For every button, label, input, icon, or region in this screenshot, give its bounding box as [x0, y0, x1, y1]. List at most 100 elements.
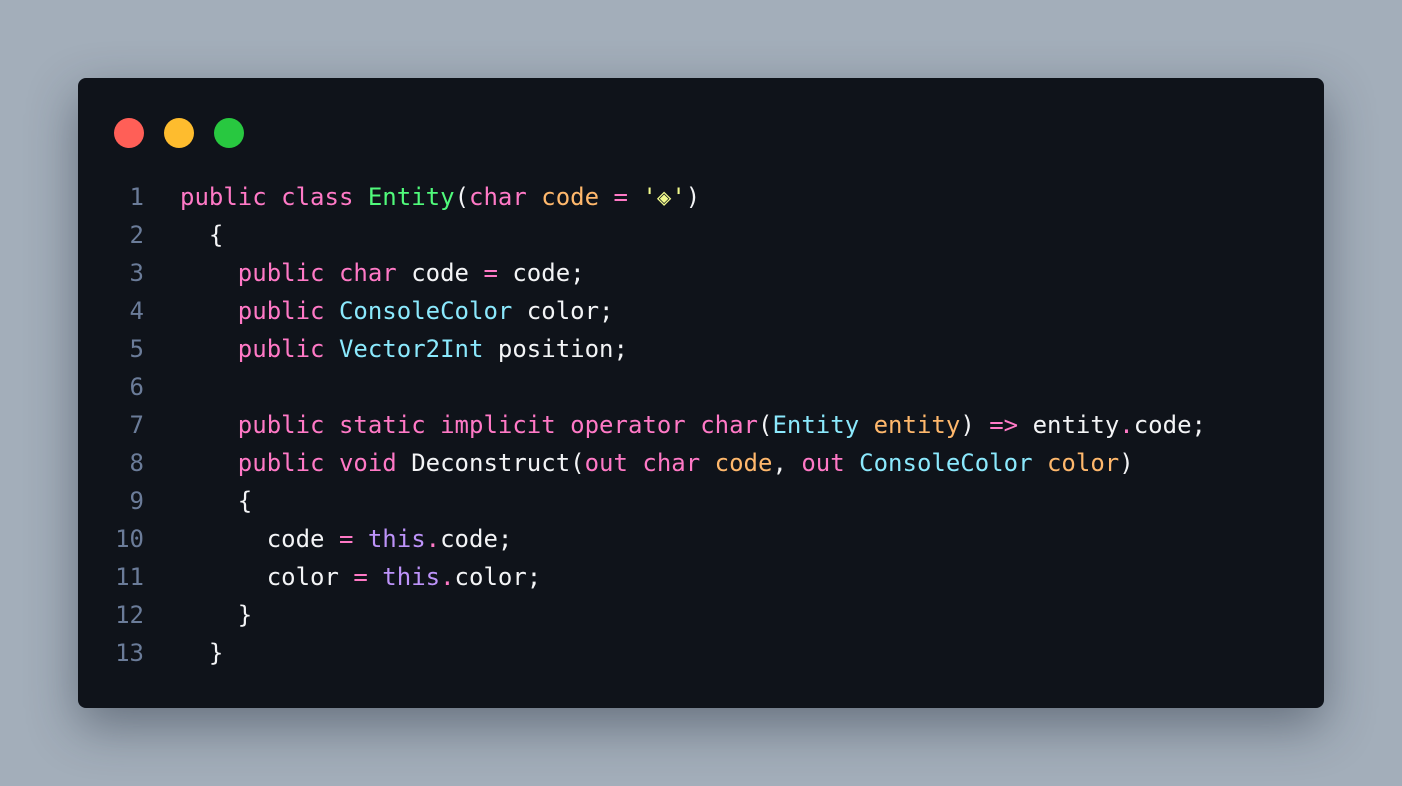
line-number: 13	[115, 639, 144, 667]
code-token: color;	[454, 563, 542, 591]
code-line: 13 }	[78, 634, 1324, 672]
line-source: public ConsoleColor color;	[180, 292, 614, 330]
line-number: 5	[129, 335, 144, 363]
code-token: )	[1119, 449, 1134, 477]
line-number: 4	[129, 297, 144, 325]
line-number: 9	[129, 487, 144, 515]
line-source: {	[180, 216, 223, 254]
code-token: =	[338, 525, 368, 553]
code-token: code;	[440, 525, 513, 553]
line-source: {	[180, 482, 252, 520]
code-token: (	[758, 411, 773, 439]
code-token: char	[469, 183, 542, 211]
code-token: Vector2Int	[338, 335, 498, 363]
code-line: 11 color = this.color;	[78, 558, 1324, 596]
code-token: Entity	[367, 183, 455, 211]
code-token: code	[714, 449, 773, 477]
code-line: 6	[78, 368, 1324, 406]
line-number: 12	[115, 601, 144, 629]
code-line: 9 {	[78, 482, 1324, 520]
code-token: =>	[989, 411, 1033, 439]
code-token: }	[180, 639, 224, 667]
line-number: 8	[129, 449, 144, 477]
line-number: 11	[115, 563, 144, 591]
code-line: 2 {	[78, 216, 1324, 254]
code-token: (	[454, 183, 470, 211]
code-token: }	[180, 601, 253, 629]
code-token: out	[801, 449, 860, 477]
code-token: =	[613, 183, 643, 211]
code-token: )	[960, 411, 990, 439]
code-token: Deconstruct(	[411, 449, 585, 477]
line-source: public Vector2Int position;	[180, 330, 628, 368]
line-number: 6	[129, 373, 144, 401]
code-block: 1 public class Entity(char code = '◈') 2 {…	[78, 178, 1324, 672]
code-token: ConsoleColor	[338, 297, 527, 325]
code-token: out	[584, 449, 643, 477]
code-token: char	[700, 411, 758, 439]
line-number: 3	[129, 259, 144, 287]
code-token: .	[440, 563, 455, 591]
code-token: operator	[570, 411, 701, 439]
line-source: public static implicit operator char(Ent…	[180, 406, 1206, 444]
code-token: this	[367, 525, 426, 553]
line-source: code = this.code;	[180, 520, 513, 558]
code-token: code	[411, 259, 484, 287]
code-window: 1 public class Entity(char code = '◈') 2 {…	[78, 78, 1324, 708]
line-number: 2	[129, 221, 144, 249]
code-token: =	[483, 259, 513, 287]
code-token: '◈'	[642, 183, 686, 211]
code-token: position;	[497, 335, 628, 363]
close-dot-icon[interactable]	[114, 118, 144, 148]
line-source: public void Deconstruct(out char code, o…	[180, 444, 1134, 482]
code-line: 8 public void Deconstruct(out char code,…	[78, 444, 1324, 482]
code-token: code;	[1133, 411, 1206, 439]
code-token: )	[685, 183, 701, 211]
code-token: color;	[526, 297, 614, 325]
line-number: 7	[129, 411, 144, 439]
maximize-dot-icon[interactable]	[214, 118, 244, 148]
code-token: public	[180, 183, 282, 211]
code-line: 10 code = this.code;	[78, 520, 1324, 558]
code-token: public	[180, 449, 339, 477]
minimize-dot-icon[interactable]	[164, 118, 194, 148]
line-source: color = this.color;	[180, 558, 542, 596]
line-source: public char code = code;	[180, 254, 585, 292]
code-token: code	[541, 183, 614, 211]
code-token: .	[425, 525, 441, 553]
line-number: 1	[129, 183, 144, 211]
code-token: Entity	[772, 411, 874, 439]
code-token: public	[180, 335, 339, 363]
code-token: ConsoleColor	[859, 449, 1047, 477]
code-line: 12 }	[78, 596, 1324, 634]
code-token: this	[382, 563, 441, 591]
code-line: 5 public Vector2Int position;	[78, 330, 1324, 368]
code-token: code	[180, 525, 339, 553]
code-line: 7 public static implicit operator char(E…	[78, 406, 1324, 444]
line-source: }	[180, 634, 223, 672]
code-token: .	[1119, 411, 1134, 439]
code-token: char	[642, 449, 715, 477]
code-token: ,	[772, 449, 802, 477]
code-line: 3 public char code = code;	[78, 254, 1324, 292]
code-line: 4 public ConsoleColor color;	[78, 292, 1324, 330]
code-token: public	[180, 411, 339, 439]
code-token: static	[338, 411, 441, 439]
code-token: entity	[873, 411, 961, 439]
code-token: color	[180, 563, 354, 591]
code-token: public	[180, 297, 339, 325]
code-token: public	[180, 259, 339, 287]
code-token: entity	[1032, 411, 1120, 439]
code-token: color	[1046, 449, 1120, 477]
code-token: =	[353, 563, 383, 591]
code-token: implicit	[440, 411, 571, 439]
code-token: char	[338, 259, 412, 287]
code-line: 1 public class Entity(char code = '◈')	[78, 178, 1324, 216]
code-token: class	[281, 183, 368, 211]
line-number: 10	[115, 525, 144, 553]
code-token: void	[338, 449, 412, 477]
code-token: {	[180, 487, 253, 515]
code-token: code;	[512, 259, 585, 287]
line-source: public class Entity(char code = '◈')	[180, 178, 700, 216]
code-token: {	[180, 221, 224, 249]
